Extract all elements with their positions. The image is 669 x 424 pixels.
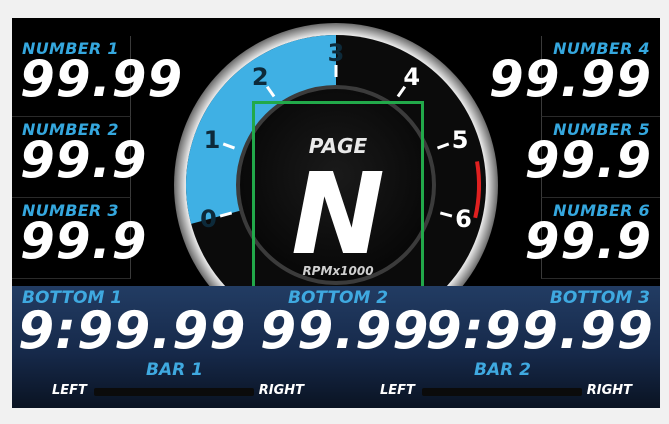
gear-display: PAGE N RPMx1000 [252, 101, 424, 297]
bar-1-track [94, 388, 254, 396]
number-5-cell: NUMBER 5 99.9 [525, 117, 660, 198]
gauge-tick-label: 6 [455, 205, 472, 233]
gauge-tick-label: 4 [403, 63, 420, 91]
rpm-unit-label: RPMx1000 [302, 264, 374, 278]
gauge-tick-label: 2 [252, 63, 269, 91]
number-6-cell: NUMBER 6 99.9 [525, 198, 660, 279]
bar-2-track [422, 388, 582, 396]
bar-2: LEFT RIGHT [380, 383, 632, 399]
number-1-value: 99.99 [20, 50, 184, 108]
number-3-cell: NUMBER 3 99.9 [12, 198, 146, 279]
bar-1-left-label: LEFT [52, 383, 87, 398]
number-2-cell: NUMBER 2 99.9 [12, 117, 146, 198]
bar-1-right-label: RIGHT [258, 383, 304, 398]
number-2-value: 99.9 [20, 131, 148, 189]
bar-2-right-label: RIGHT [586, 383, 632, 398]
bottom-panel: BOTTOM 1 9:99.99 BOTTOM 2 99.99 BOTTOM 3… [12, 286, 660, 408]
gauge-tick-label: 3 [328, 39, 345, 67]
gauge-tick-label: 5 [452, 126, 469, 154]
number-1-cell: NUMBER 1 99.99 [12, 36, 182, 117]
number-4-value: 99.99 [488, 50, 652, 108]
number-5-value: 99.9 [524, 131, 652, 189]
bar-2-left-label: LEFT [380, 383, 415, 398]
dashboard-screen: 0 1 2 3 4 5 6 PAGE N RPMx1000 NUMBER 1 99.99 N… [12, 18, 660, 408]
bottom-2-value: 99.99 [260, 301, 430, 361]
bar-1: LEFT RIGHT [52, 383, 304, 399]
bar-2-label: BAR 2 [474, 360, 531, 380]
number-3-value: 99.9 [20, 212, 148, 270]
top-area: 0 1 2 3 4 5 6 PAGE N RPMx1000 NUMBER 1 99.99 N… [12, 18, 660, 300]
gauge-tick-label: 0 [200, 205, 217, 233]
gauge-tick-label: 1 [204, 126, 221, 154]
gear-indicator: N [291, 150, 385, 280]
number-4-cell: NUMBER 4 99.99 [489, 36, 660, 117]
bottom-1-value: 9:99.99 [18, 301, 247, 361]
bar-1-label: BAR 1 [146, 360, 203, 380]
number-6-value: 99.9 [524, 212, 652, 270]
bottom-3-value: 9:99.99 [425, 301, 654, 361]
